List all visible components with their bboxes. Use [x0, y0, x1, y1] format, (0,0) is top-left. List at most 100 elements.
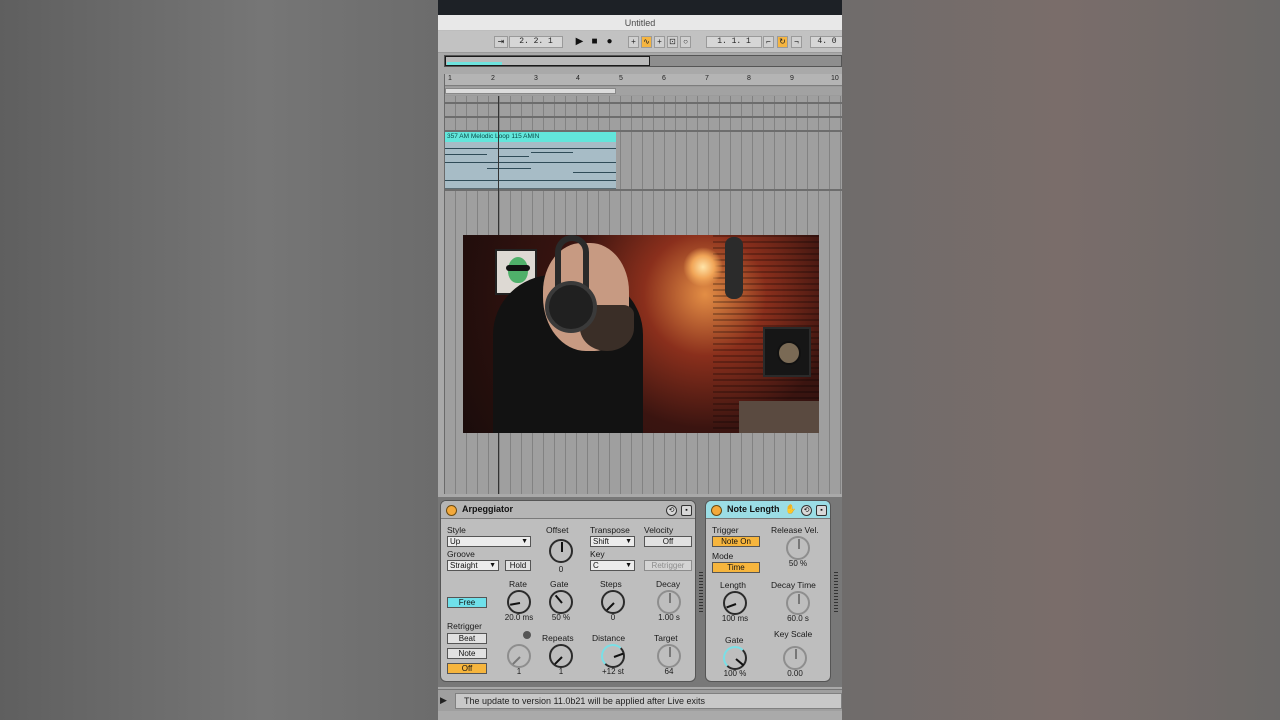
knob-pointer [798, 539, 800, 549]
loop-start-field[interactable]: 1. 1. 1 [706, 36, 762, 48]
length-knob[interactable] [723, 591, 747, 615]
stop-icon[interactable]: ■ [589, 36, 600, 48]
key-dropdown[interactable]: C ▼ [590, 560, 635, 571]
status-bar: ▶ The update to version 11.0b21 will be … [438, 689, 842, 711]
decay-value: 1.00 s [658, 613, 680, 622]
waveform-line [531, 152, 573, 153]
distance-knob[interactable] [601, 644, 625, 668]
groove-dropdown[interactable]: Straight ▼ [447, 560, 499, 571]
rate-knob[interactable] [507, 590, 531, 614]
session-record-icon[interactable]: ○ [680, 36, 691, 48]
key-scale-knob[interactable] [783, 646, 807, 670]
distance-label: Distance [592, 633, 626, 643]
status-message: The update to version 11.0b21 will be ap… [455, 693, 842, 709]
video-background-right [842, 0, 1280, 720]
offset-knob[interactable] [549, 539, 573, 563]
decay-time-knob[interactable] [786, 591, 810, 615]
trigger-button[interactable]: Note On [712, 536, 760, 547]
transport-bar: ⇥ 2. 2. 1 ▶ ■ ● + ∿ + ⊡ ○ 1. 1. 1 ⌐ ↻ ¬ … [438, 31, 842, 53]
lane-divider [445, 116, 842, 118]
ruler-bar-10: 10 [831, 75, 839, 82]
headphones-icon [545, 281, 597, 333]
expand-arrow-icon[interactable]: ▶ [440, 695, 447, 706]
punch-out-icon[interactable]: ¬ [791, 36, 802, 48]
capture-midi-icon[interactable]: ⊡ [667, 36, 678, 48]
re-enable-automation-icon[interactable]: + [654, 36, 665, 48]
webcam-video-overlay [463, 235, 819, 433]
release-velocity-label: Release Vel. [771, 525, 819, 535]
audio-clip-header[interactable]: 357 AM Melodic Loop 115 AMIN [445, 132, 616, 142]
automation-arm-icon[interactable]: ∿ [641, 36, 652, 48]
rate-free-button[interactable]: Free [447, 597, 487, 608]
ruler-bar-6: 6 [662, 75, 666, 82]
save-preset-icon[interactable]: ▪ [681, 505, 692, 516]
overdub-icon[interactable]: + [628, 36, 639, 48]
hot-swap-icon[interactable]: ⟲ [801, 505, 812, 516]
release-velocity-value: 50 % [788, 559, 808, 568]
speaker-woofer [777, 341, 801, 365]
device-view: Arpeggiator ⟲ ▪ Style Up ▼ Groove Straigh… [438, 497, 842, 687]
target-value: 64 [664, 667, 674, 676]
note-length-title-bar[interactable]: Note Length ✋ ⟲ ▪ [706, 501, 830, 519]
loop-brace[interactable] [445, 88, 616, 94]
play-icon[interactable]: ▶ [574, 36, 585, 48]
velocity-button[interactable]: Off [644, 536, 692, 547]
style-value: Up [450, 537, 461, 546]
ruler-bar-5: 5 [619, 75, 623, 82]
retrigger-note-button[interactable]: Note [447, 648, 487, 659]
save-preset-icon[interactable]: ▪ [816, 505, 827, 516]
waveform-line [445, 180, 616, 181]
window-title: Untitled [438, 15, 842, 31]
ruler-bar-3: 3 [534, 75, 538, 82]
knob-pointer [606, 602, 615, 611]
song-position-field[interactable]: 2. 2. 1 [509, 36, 563, 48]
retrigger-beat-button[interactable]: Beat [447, 633, 487, 644]
gate-knob[interactable] [723, 646, 747, 670]
device-resize-handle[interactable] [834, 572, 838, 612]
device-power-icon[interactable] [711, 505, 722, 516]
record-icon[interactable]: ● [604, 36, 615, 48]
arrangement-overview[interactable] [444, 55, 842, 67]
retrigger-off-button[interactable]: Off [447, 663, 487, 674]
repeats-label: Repeats [542, 633, 574, 643]
chevron-down-icon: ▼ [521, 538, 528, 545]
studio-monitor-speaker [763, 327, 811, 377]
waveform-line [445, 162, 616, 163]
video-background-left [0, 0, 438, 720]
loop-switch-icon[interactable]: ↻ [777, 36, 788, 48]
target-knob[interactable] [657, 644, 681, 668]
transpose-dropdown[interactable]: Shift ▼ [590, 536, 635, 547]
beat-time-ruler[interactable]: 1 2 3 4 5 6 7 8 9 10 [445, 74, 842, 86]
knob-pointer [735, 658, 745, 667]
knob-pointer [512, 656, 521, 665]
repeats-knob[interactable] [549, 644, 573, 668]
arpeggiator-title-bar[interactable]: Arpeggiator ⟲ ▪ [441, 501, 695, 519]
loop-brace-bar[interactable] [445, 87, 842, 95]
knob-pointer [669, 593, 671, 603]
loop-length-field[interactable]: 4. 0 [810, 36, 842, 48]
microphone-shape [725, 237, 743, 299]
chevron-down-icon: ▼ [625, 562, 632, 569]
steps-knob[interactable] [601, 590, 625, 614]
key-scale-value: 0.00 [787, 669, 803, 678]
follow-icon[interactable]: ⇥ [494, 36, 508, 48]
velocity-retrigger-button[interactable]: Retrigger [644, 560, 692, 571]
device-name: Note Length [727, 504, 780, 514]
retrigger-knob-value: 1 [516, 667, 522, 676]
release-velocity-knob[interactable] [786, 536, 810, 560]
velocity-label: Velocity [644, 525, 674, 535]
retrigger-label: Retrigger [447, 621, 482, 631]
hot-swap-icon[interactable]: ⟲ [666, 505, 677, 516]
punch-in-icon[interactable]: ⌐ [763, 36, 774, 48]
device-power-icon[interactable] [446, 505, 457, 516]
chevron-down-icon: ▼ [625, 538, 632, 545]
decay-knob[interactable] [657, 590, 681, 614]
audio-clip-waveform[interactable] [445, 142, 616, 189]
device-resize-handle[interactable] [699, 572, 703, 612]
knob-pointer [509, 602, 521, 606]
style-dropdown[interactable]: Up ▼ [447, 536, 531, 547]
gate-knob[interactable] [549, 590, 573, 614]
retrigger-knob[interactable] [507, 644, 531, 668]
mode-button[interactable]: Time [712, 562, 760, 573]
hold-button[interactable]: Hold [505, 560, 531, 571]
